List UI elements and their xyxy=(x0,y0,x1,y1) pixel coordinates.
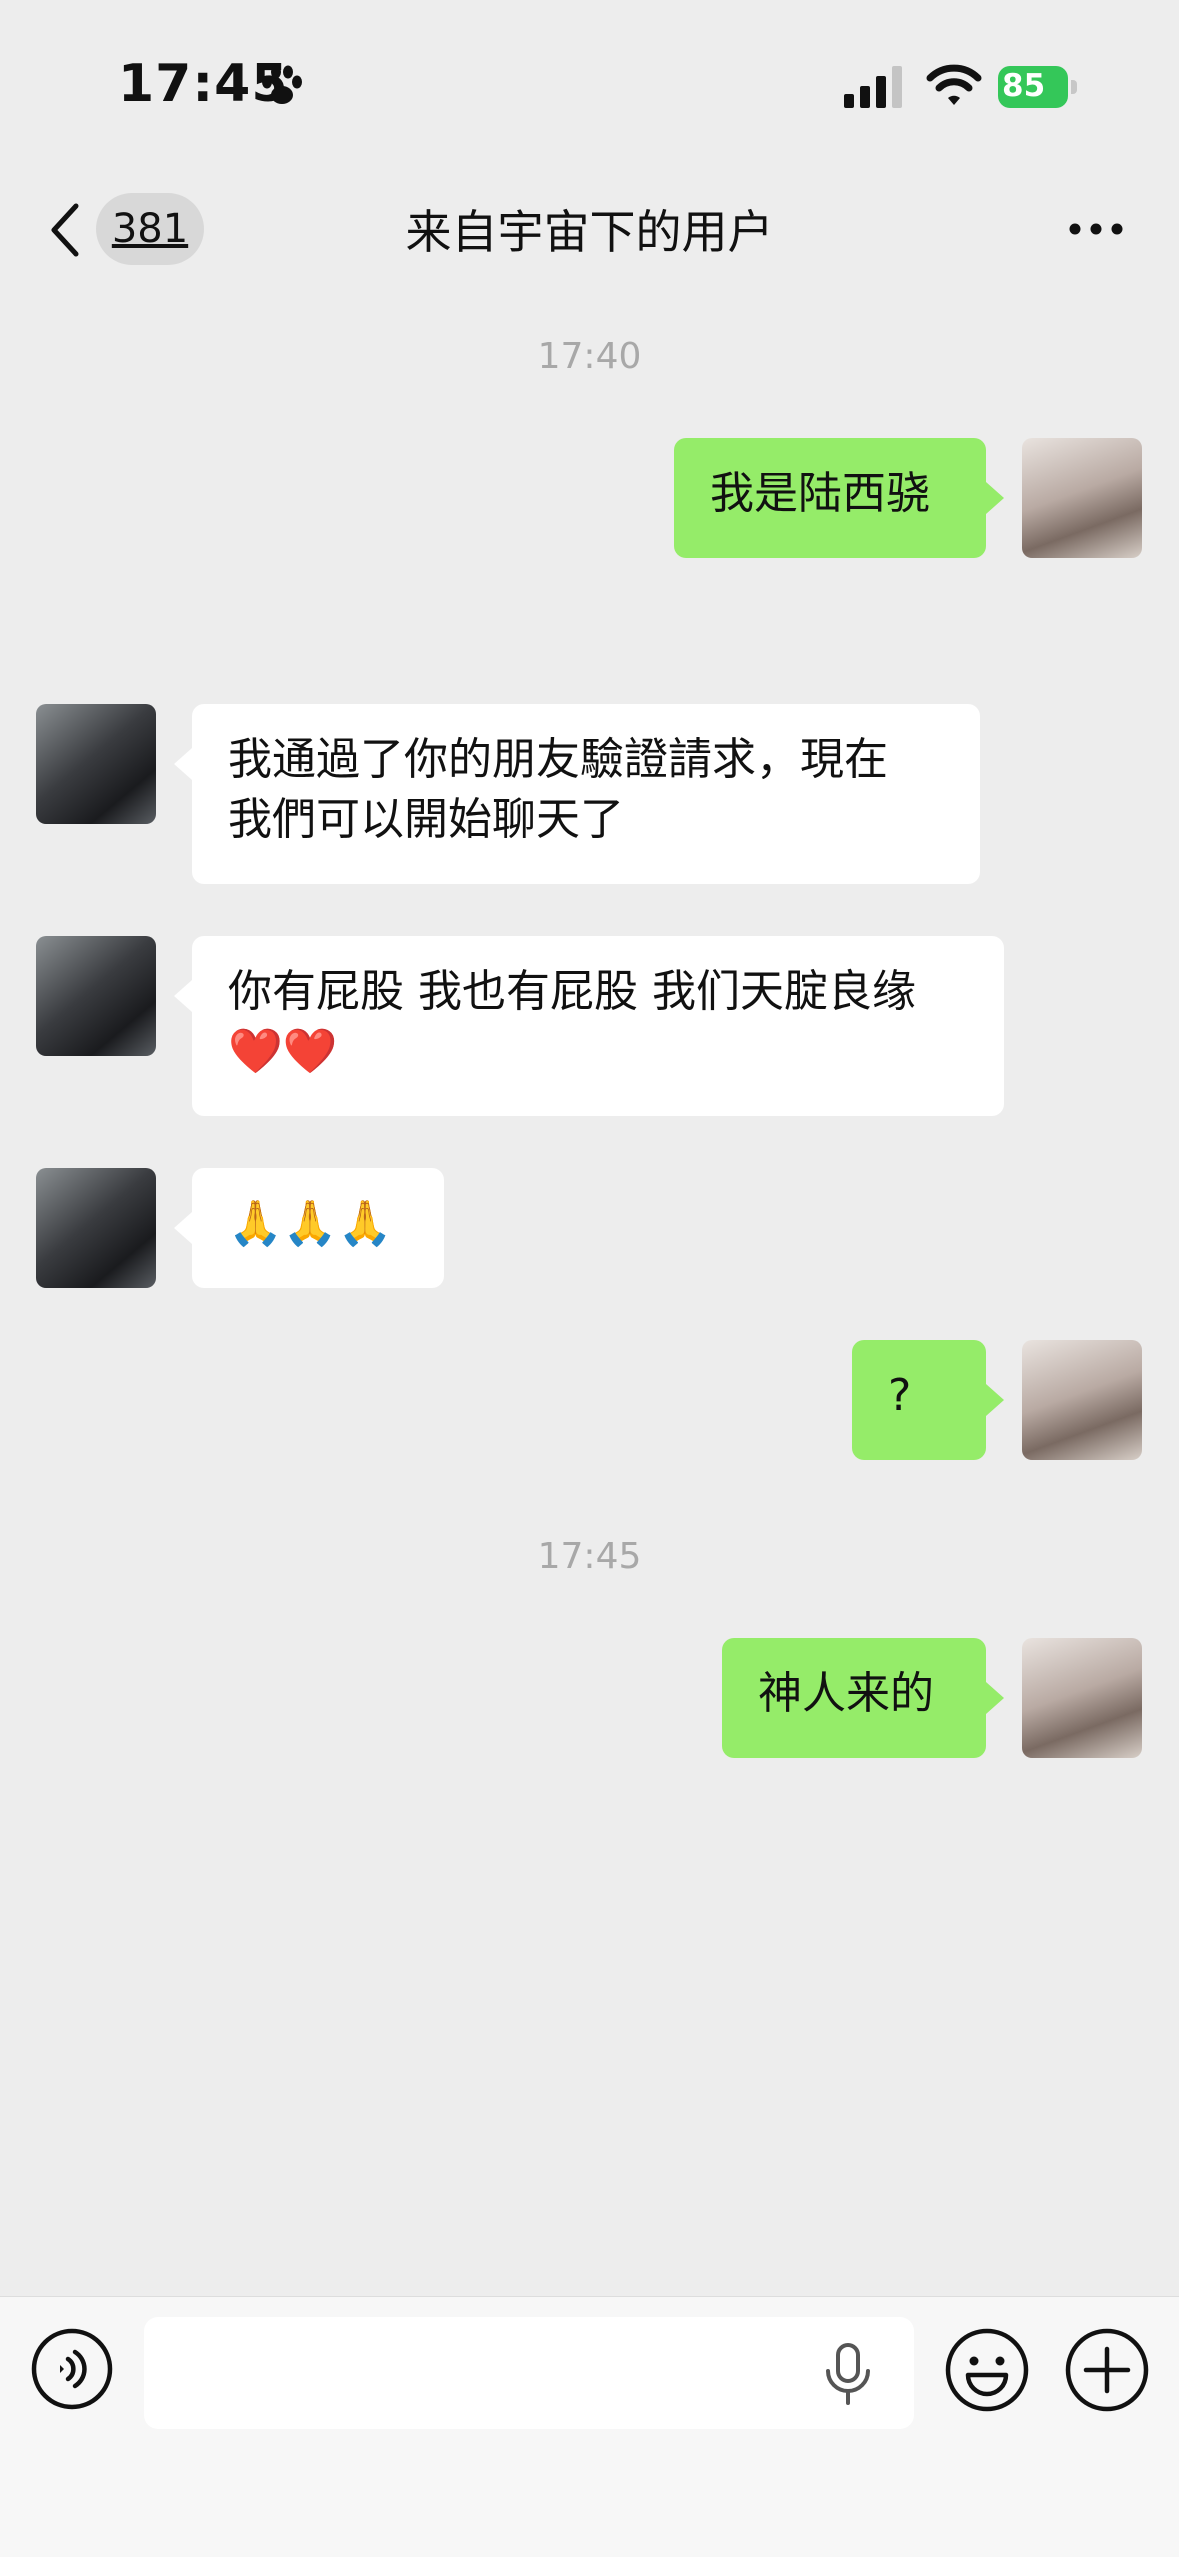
battery-level: 85 xyxy=(1002,68,1046,104)
message-input[interactable] xyxy=(144,2317,914,2429)
sent-message-bubble[interactable]: 我是陆西骁 xyxy=(674,438,1004,558)
message-text: 你有屁股 我也有屁股 我们天腚良缘 ❤️❤️ xyxy=(228,966,916,1077)
timestamp: 17:40 xyxy=(537,336,642,377)
received-message-bubble[interactable]: 你有屁股 我也有屁股 我们天腚良缘 ❤️❤️ xyxy=(174,936,1004,1116)
bubble-tail xyxy=(986,1384,1004,1416)
voice-icon[interactable] xyxy=(30,2327,114,2411)
status-bar: 17:45 85 xyxy=(0,0,1179,160)
received-message-bubble[interactable]: 🙏🙏🙏 xyxy=(174,1168,444,1288)
message-text: 我是陆西骁 xyxy=(710,468,930,519)
nav-bar: 381 来自宇宙下的用户 xyxy=(0,180,1179,280)
message-text: ? xyxy=(888,1370,912,1421)
sent-message-bubble[interactable]: 神人来的 xyxy=(722,1638,1004,1758)
bubble-tail xyxy=(174,748,192,780)
wifi-icon xyxy=(926,64,982,105)
bubble-tail xyxy=(986,1682,1004,1714)
my-avatar[interactable] xyxy=(1022,1340,1142,1460)
plus-icon[interactable] xyxy=(1064,2327,1150,2413)
contact-avatar[interactable] xyxy=(36,1168,156,1288)
paw-icon xyxy=(262,65,302,104)
message-text: 🙏🙏🙏 xyxy=(228,1198,393,1249)
timestamp: 17:45 xyxy=(537,1536,642,1577)
battery-icon: 85 xyxy=(998,66,1078,108)
input-bar xyxy=(0,2296,1179,2557)
emoji-icon[interactable] xyxy=(944,2327,1030,2413)
bubble-tail xyxy=(986,482,1004,514)
battery-tip xyxy=(1071,80,1077,94)
signal-icon xyxy=(844,66,902,108)
message-text: 我通過了你的朋友驗證請求，現在 我們可以開始聊天了 xyxy=(228,734,888,845)
chat-title: 来自宇宙下的用户 xyxy=(405,205,774,259)
my-avatar[interactable] xyxy=(1022,438,1142,558)
received-message-bubble[interactable]: 我通過了你的朋友驗證請求，現在 我們可以開始聊天了 xyxy=(174,704,980,884)
message-text: 神人来的 xyxy=(758,1668,934,1719)
contact-avatar[interactable] xyxy=(36,704,156,824)
mic-icon[interactable] xyxy=(820,2343,876,2405)
bubble-tail xyxy=(174,980,192,1012)
contact-avatar[interactable] xyxy=(36,936,156,1056)
my-avatar[interactable] xyxy=(1022,1638,1142,1758)
bubble-tail xyxy=(174,1212,192,1244)
more-icon[interactable] xyxy=(1068,222,1124,236)
sent-message-bubble[interactable]: ? xyxy=(852,1340,1004,1460)
battery-body: 85 xyxy=(998,66,1068,108)
